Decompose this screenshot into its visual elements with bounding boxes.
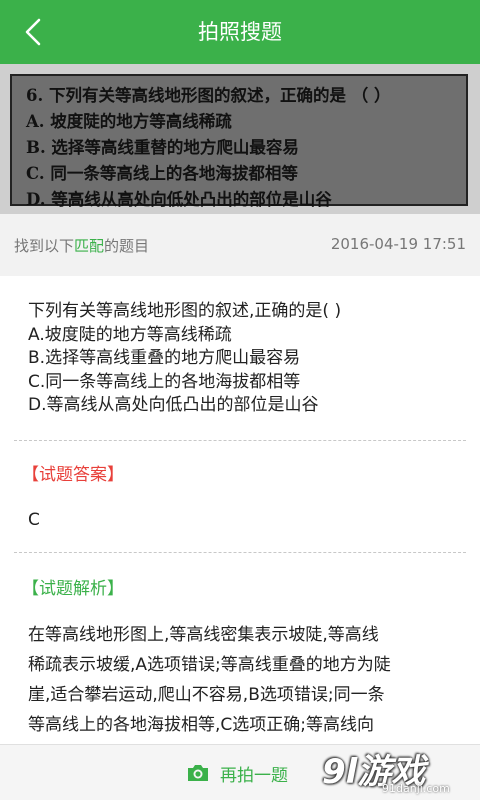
photo-text-line: D. 等高线从高处向低处凸出的部位是山谷 [26, 190, 332, 209]
result-bar: 找到以下匹配的题目 2016-04-19 17:51 [0, 214, 480, 276]
watermark-logo: 9l游戏 91danji.com [322, 744, 472, 796]
camera-icon [188, 765, 208, 781]
captured-photo: 6. 下列有关等高线地形图的叙述，正确的是 （ ） A. 坡度陡的地方等高线稀疏… [0, 64, 480, 214]
divider [14, 552, 466, 553]
match-highlight: 匹配 [74, 237, 105, 255]
question-option: B.选择等高线重叠的地方爬山最容易 [28, 348, 301, 368]
analysis-section-label: 【试题解析】 [22, 579, 124, 599]
question-block: 下列有关等高线地形图的叙述,正确的是( ) A.坡度陡的地方等高线稀疏 B.选择… [28, 300, 341, 418]
photo-paper: 6. 下列有关等高线地形图的叙述，正确的是 （ ） A. 坡度陡的地方等高线稀疏… [10, 74, 468, 209]
match-caption: 找到以下匹配的题目 [14, 235, 149, 256]
top-bar: 拍照搜题 [0, 0, 480, 64]
page-title: 拍照搜题 [198, 20, 282, 44]
photo-text-line: 6. 下列有关等高线地形图的叙述，正确的是 （ ） [26, 86, 391, 105]
question-option: D.等高线从高处向低凸出的部位是山谷 [28, 395, 319, 415]
divider [14, 440, 466, 441]
match-caption-suffix: 的题目 [104, 237, 150, 255]
watermark-url: 91danji.com [382, 782, 450, 795]
photo-text-line: A. 坡度陡的地方等高线稀疏 [26, 112, 232, 131]
analysis-line: 崖,适合攀岩运动,爬山不容易,B选项错误;同一条 [28, 685, 385, 705]
photo-text-line: C. 同一条等高线上的各地海拔都相等 [26, 164, 298, 183]
photo-text-line: B. 选择等高线重替的地方爬山最容易 [26, 138, 299, 157]
answer-section-label: 【试题答案】 [22, 465, 124, 485]
analysis-line: 在等高线地形图上,等高线密集表示坡陡,等高线 [28, 625, 379, 645]
question-stem: 下列有关等高线地形图的叙述,正确的是( ) [28, 301, 342, 321]
match-caption-prefix: 找到以下 [14, 237, 75, 255]
analysis-line: 稀疏表示坡缓,A选项错误;等高线重叠的地方为陡 [28, 655, 391, 675]
search-timestamp: 2016-04-19 17:51 [330, 235, 466, 253]
analysis-text: 在等高线地形图上,等高线密集表示坡陡,等高线 稀疏表示坡缓,A选项错误;等高线重… [28, 620, 458, 740]
retake-button[interactable]: 再拍一题 [186, 761, 288, 786]
bottom-bar: 再拍一题 9l游戏 91danji.com [0, 744, 480, 800]
retake-label: 再拍一题 [220, 765, 288, 786]
question-option: A.坡度陡的地方等高线稀疏 [28, 324, 232, 345]
analysis-line: 等高线上的各地海拔相等,C选项正确;等高线向 [28, 715, 375, 735]
answer-value: C [28, 510, 40, 530]
question-option: C.同一条等高线上的各地海拔都相等 [28, 371, 301, 392]
